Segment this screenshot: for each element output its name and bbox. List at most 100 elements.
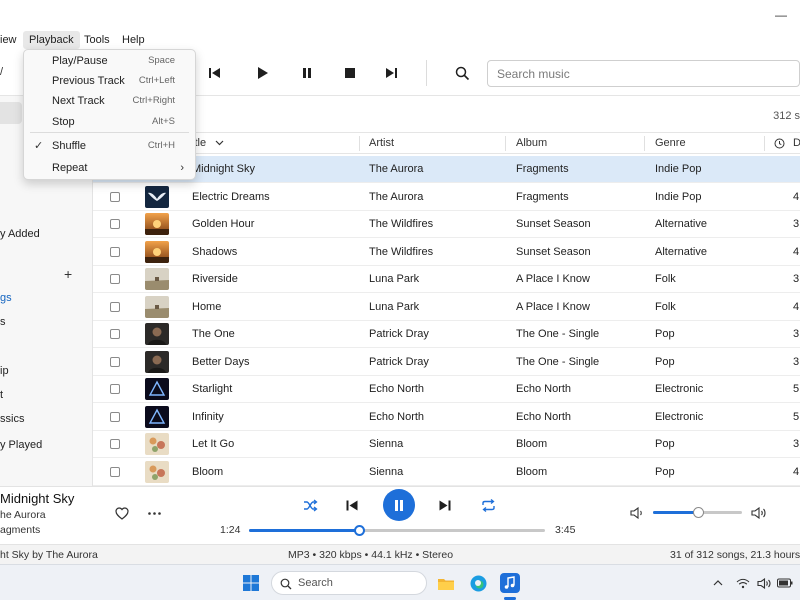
chevron-right-icon: › xyxy=(180,162,184,174)
column-header-album[interactable]: Album xyxy=(516,133,547,154)
previous-icon[interactable] xyxy=(205,63,225,83)
sidebar-selected-indicator[interactable] xyxy=(0,102,22,124)
search-field[interactable] xyxy=(487,60,800,87)
menu-help[interactable]: Help xyxy=(116,31,151,49)
menu-view[interactable]: iew xyxy=(0,31,23,49)
track-album: Fragments xyxy=(516,190,569,203)
table-row[interactable]: Bloom Sienna Bloom Pop 4 xyxy=(93,459,800,486)
track-duration: 4 xyxy=(793,465,800,478)
play-pause-button[interactable] xyxy=(383,489,415,521)
column-header-duration[interactable]: D xyxy=(793,133,800,154)
column-divider[interactable] xyxy=(505,136,506,151)
row-checkbox[interactable] xyxy=(110,246,120,257)
menu-item-stop[interactable]: Stop Alt+S xyxy=(24,112,195,132)
volume-high-icon[interactable] xyxy=(750,504,768,522)
start-icon[interactable] xyxy=(239,571,263,595)
row-checkbox[interactable] xyxy=(110,274,120,284)
next-track-icon[interactable] xyxy=(436,496,454,514)
heart-icon[interactable] xyxy=(114,505,130,521)
track-genre: Folk xyxy=(655,300,676,313)
stop-icon[interactable] xyxy=(340,63,360,83)
album-art xyxy=(145,433,169,455)
table-row[interactable]: Let It Go Sienna Bloom Pop 3 xyxy=(93,431,800,458)
menu-playback[interactable]: Playback xyxy=(23,31,80,49)
search-icon[interactable] xyxy=(452,63,472,83)
column-header-genre[interactable]: Genre xyxy=(655,133,686,154)
table-row[interactable]: Starlight Echo North Echo North Electronic 5 xyxy=(93,376,800,403)
menu-item-shortcut: Space xyxy=(148,55,175,66)
row-checkbox[interactable] xyxy=(110,301,120,312)
row-checkbox[interactable] xyxy=(110,219,120,229)
table-row[interactable]: Electric Dreams The Aurora Fragments Indie … xyxy=(93,184,800,211)
track-artist: Sienna xyxy=(369,465,404,478)
track-genre: Indie Pop xyxy=(655,163,702,175)
volume-slider[interactable] xyxy=(653,507,742,518)
row-checkbox[interactable] xyxy=(110,356,120,367)
chevron-up-icon[interactable] xyxy=(706,571,730,595)
menu-item-label: Next Track xyxy=(52,95,105,107)
menu-item-previous-track[interactable]: Previous Track Ctrl+Left xyxy=(24,71,195,91)
search-input[interactable] xyxy=(488,61,799,86)
title-bar: — xyxy=(0,0,800,30)
minimize-icon[interactable]: — xyxy=(774,8,788,22)
menu-item-shortcut: Ctrl+H xyxy=(147,140,175,151)
column-divider[interactable] xyxy=(764,136,765,151)
sidebar-item-classics[interactable]: ssics xyxy=(0,413,24,425)
menu-item-next-track[interactable]: Next Track Ctrl+Right xyxy=(24,91,195,111)
file-explorer-icon[interactable] xyxy=(434,571,458,595)
column-divider[interactable] xyxy=(359,136,360,151)
table-row[interactable]: The One Patrick Dray The One - Single Pop 3 xyxy=(93,321,800,348)
repeat-icon[interactable] xyxy=(479,496,497,514)
progress-slider[interactable] xyxy=(249,525,545,536)
shuffle-icon[interactable] xyxy=(301,496,319,514)
track-artist: The Wildfires xyxy=(369,218,434,230)
track-title: Starlight xyxy=(192,383,233,395)
table-row[interactable]: Shadows The Wildfires Sunset Season Alterna… xyxy=(93,239,800,266)
column-header-title[interactable]: itle xyxy=(192,133,224,154)
play-icon[interactable] xyxy=(252,63,272,83)
add-playlist-icon[interactable]: + xyxy=(64,266,72,282)
table-row[interactable]: Home Luna Park A Place I Know Folk 4 xyxy=(93,294,800,321)
battery-icon[interactable] xyxy=(773,571,797,595)
column-header-artist[interactable]: Artist xyxy=(369,133,394,154)
taskbar-search[interactable]: Search xyxy=(271,571,427,595)
progress-thumb[interactable] xyxy=(354,525,366,536)
edge-icon[interactable] xyxy=(466,571,490,595)
sidebar-item-playlist-c[interactable]: t xyxy=(0,389,3,401)
music-app-icon[interactable] xyxy=(498,571,522,595)
sidebar-item-recently-added[interactable]: y Added xyxy=(0,228,40,240)
table-row[interactable]: Better Days Patrick Dray The One - Single P… xyxy=(93,349,800,376)
track-artist: The Wildfires xyxy=(369,245,434,258)
track-title: Riverside xyxy=(192,273,238,285)
track-album: Sunset Season xyxy=(516,245,591,258)
menu-tools[interactable]: Tools xyxy=(78,31,116,49)
sidebar-item-playlist-b[interactable]: ip xyxy=(0,365,9,377)
menu-item-play-pause[interactable]: Play/Pause Space xyxy=(24,51,195,71)
sidebar-item-songs[interactable]: gs xyxy=(0,292,12,304)
row-checkbox[interactable] xyxy=(110,466,120,477)
sidebar-item-playlist-a[interactable]: s xyxy=(0,316,6,328)
status-now-playing: ht Sky by The Aurora xyxy=(0,549,98,561)
more-icon[interactable] xyxy=(146,505,162,521)
album-art xyxy=(145,213,169,235)
volume-low-icon[interactable] xyxy=(628,504,646,522)
sidebar-item-recently-played[interactable]: y Played xyxy=(0,439,42,451)
row-checkbox[interactable] xyxy=(110,439,120,449)
previous-track-icon[interactable] xyxy=(343,496,361,514)
row-checkbox[interactable] xyxy=(110,411,120,422)
menu-item-repeat[interactable]: Repeat › xyxy=(24,158,195,178)
row-checkbox[interactable] xyxy=(110,191,120,202)
pause-icon[interactable] xyxy=(297,63,317,83)
next-icon[interactable] xyxy=(381,63,401,83)
table-row[interactable]: Golden Hour The Wildfires Sunset Season Alt… xyxy=(93,211,800,238)
column-divider[interactable] xyxy=(644,136,645,151)
table-row[interactable]: Midnight Sky The Aurora Fragments Indie Pop xyxy=(93,156,800,183)
row-checkbox[interactable] xyxy=(110,384,120,394)
song-count: 312 s xyxy=(773,110,800,122)
menu-item-shuffle[interactable]: ✓ Shuffle Ctrl+H xyxy=(24,136,195,156)
pause-icon xyxy=(395,499,403,511)
table-row[interactable]: Riverside Luna Park A Place I Know Folk 3 xyxy=(93,266,800,293)
row-checkbox[interactable] xyxy=(110,329,120,339)
table-row[interactable]: Infinity Echo North Echo North Electronic 5 xyxy=(93,404,800,431)
volume-thumb[interactable] xyxy=(692,507,704,518)
